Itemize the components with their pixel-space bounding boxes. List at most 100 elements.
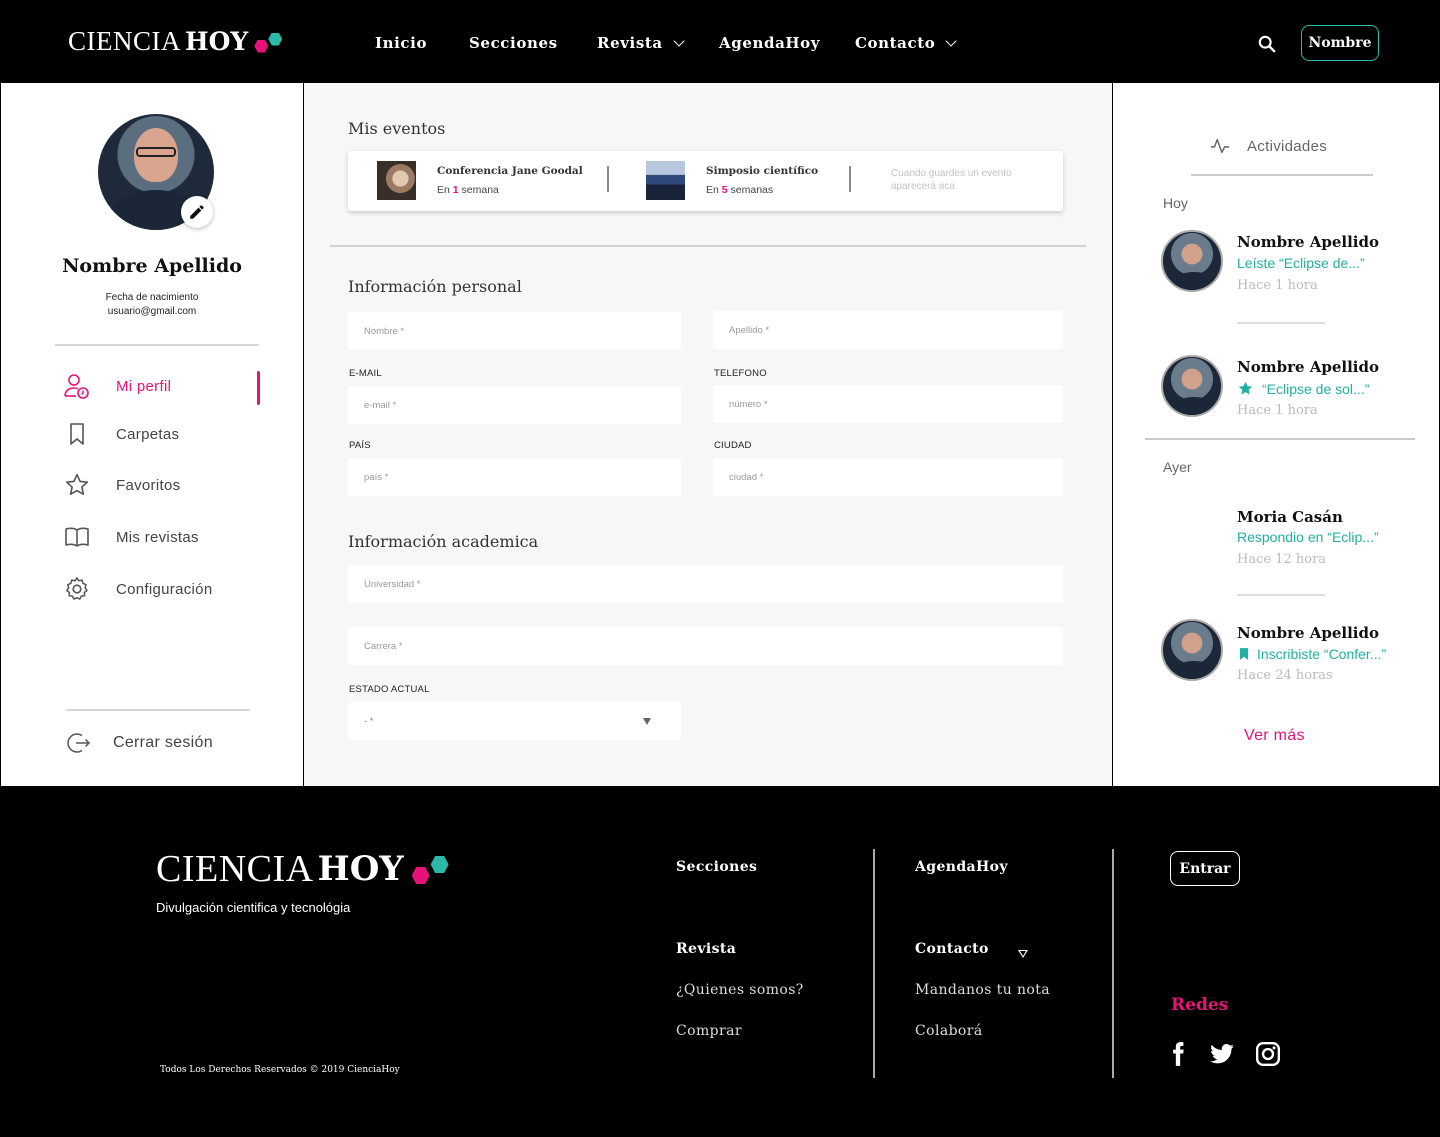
footer-link-quienes-somos[interactable]: ¿Quienes somos? [676,982,804,998]
activity-user-name[interactable]: Nombre Apellido [1237,624,1379,642]
activities-tab[interactable]: Actividades [1209,135,1327,157]
footer-link-contacto[interactable]: Contacto [915,941,989,957]
ciudad-field[interactable] [713,458,1063,496]
activity-user-name[interactable]: Moria Casán [1237,508,1343,526]
event-thumbnail[interactable] [646,161,685,200]
nav-revista[interactable]: Revista [597,34,685,52]
logo-hexagons-icon [411,853,456,885]
sidebar-item-mis-revistas[interactable]: Mis revistas [63,523,199,551]
estado-label: ESTADO ACTUAL [349,684,430,695]
triangle-down-icon[interactable] [1018,950,1028,958]
academic-info-title: Información academica [348,532,539,551]
pais-field[interactable] [348,458,681,496]
avatar[interactable] [1161,355,1223,417]
profile-email: usuario@gmail.com [107,306,197,317]
activity-description[interactable]: Respondio en “Eclip...” [1237,529,1379,545]
nav-inicio[interactable]: Inicio [375,34,427,52]
footer-link-secciones[interactable]: Secciones [676,859,757,875]
ciudad-input[interactable] [713,458,1063,496]
twitter-icon[interactable] [1209,1041,1235,1067]
bookmark-icon [70,423,84,445]
user-menu-button[interactable]: Nombre [1301,25,1379,61]
email-label: E-MAIL [349,368,382,379]
footer-link-revista[interactable]: Revista [676,941,736,957]
footer-brand-logo[interactable]: CIENCIA HOY [156,847,456,891]
apellido-input[interactable] [713,311,1063,349]
footer-link-mandanos-nota[interactable]: Mandanos tu nota [915,982,1050,998]
facebook-icon[interactable] [1165,1041,1191,1067]
divider [873,849,875,1078]
day-label-today: Hoy [1163,195,1188,211]
search-icon[interactable] [1258,35,1276,53]
sidebar-item-carpetas[interactable]: Carpetas [63,420,179,448]
sidebar-item-configuracion[interactable]: Configuración [63,575,212,603]
activity-user-name[interactable]: Nombre Apellido [1237,358,1379,376]
avatar[interactable] [1161,619,1223,681]
carrera-input[interactable] [348,627,1063,665]
apellido-field[interactable] [713,311,1063,349]
email-input[interactable] [348,386,681,424]
divider [66,709,250,711]
login-button[interactable]: Entrar [1170,851,1240,886]
avatar[interactable] [1161,230,1223,292]
estado-select-value: - * [364,716,374,727]
nombre-field[interactable] [348,312,681,350]
event-title[interactable]: Conferencia Jane Goodal [437,165,583,177]
sidebar-item-mi-perfil[interactable]: Mi perfil [63,372,171,400]
see-more-link[interactable]: Ver más [1244,727,1305,745]
profile-birthdate: Fecha de nacimiento [105,292,199,303]
universidad-field[interactable] [348,565,1063,603]
brand-logo[interactable]: CIENCIA HOY [68,26,284,57]
sidebar-item-label: Mis revistas [116,528,199,546]
sidebar-item-label: Configuración [116,580,213,598]
footer: CIENCIA HOY Divulgación cientifica y tec… [0,787,1440,1137]
instagram-icon[interactable] [1255,1041,1281,1067]
nav-contacto[interactable]: Contacto [855,34,958,52]
events-title: Mis eventos [348,119,446,138]
logo-text-hoy: HOY [317,849,404,889]
carrera-field[interactable] [348,627,1063,665]
divider [1112,849,1114,1078]
activity-user-name[interactable]: Nombre Apellido [1237,233,1379,251]
footer-link-colabora[interactable]: Colaborá [915,1023,983,1039]
activity-pulse-icon [1210,138,1230,154]
telefono-input[interactable] [713,385,1063,423]
nombre-input[interactable] [348,312,681,350]
caret-down-icon [643,718,651,725]
ciudad-label: CIUDAD [714,440,752,451]
sidebar-item-label: Favoritos [116,476,181,494]
footer-link-comprar[interactable]: Comprar [676,1023,742,1039]
edit-avatar-button[interactable] [181,196,213,228]
activity-description[interactable]: Inscribiste “Confer...” [1237,646,1386,662]
footer-link-agendahoy[interactable]: AgendaHoy [915,859,1008,875]
chevron-down-icon [673,34,685,47]
nav-agendahoy[interactable]: AgendaHoy [719,34,820,52]
active-indicator [257,371,260,405]
divider [1145,438,1415,440]
universidad-input[interactable] [348,565,1063,603]
estado-select[interactable]: - * [348,702,681,740]
logout-icon [67,733,91,753]
activity-time: Hace 12 hora [1237,552,1327,567]
event-thumbnail[interactable] [377,161,416,200]
activity-description[interactable]: “Eclipse de sol...” [1237,380,1369,397]
email-field[interactable] [348,386,681,424]
divider [1237,594,1325,596]
logo-text-ciencia: CIENCIA [68,26,181,56]
bookmark-filled-icon [1239,648,1249,660]
telefono-field[interactable] [713,385,1063,423]
events-empty-hint: Cuando guardes un evento aparecerá aca [891,168,1012,192]
nav-secciones[interactable]: Secciones [469,34,558,52]
activity-panel: Actividades Hoy Nombre Apellido Leíste “… [1113,83,1439,786]
activity-description[interactable]: Leíste “Eclipse de...” [1237,255,1365,271]
book-icon [65,527,89,547]
logout-button[interactable]: Cerrar sesión [67,731,213,755]
pais-label: PAÍS [349,440,371,451]
event-title[interactable]: Simposio científico [706,165,818,177]
telefono-label: TELEFONO [714,368,767,379]
logo-text-hoy: HOY [185,27,249,56]
sidebar-item-favoritos[interactable]: Favoritos [63,471,180,499]
divider [55,344,259,346]
pais-input[interactable] [348,458,681,496]
copyright: Todos Los Derechos Reservados © 2019 Cie… [160,1065,400,1075]
